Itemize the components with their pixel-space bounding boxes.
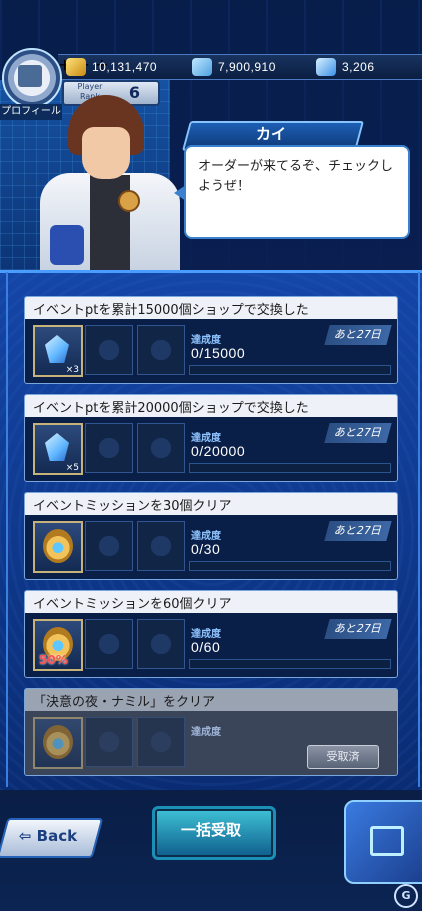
mission-title: イベントptを累計15000個ショップで交換した bbox=[33, 303, 309, 318]
mission-item[interactable]: イベントミッションを30個クリア 達成度 0/30 あと27日 bbox=[24, 492, 398, 580]
mission-title: 「決意の夜・ナミル」をクリア bbox=[33, 695, 216, 710]
gold-value: 10,131,470 bbox=[92, 60, 158, 74]
reward-quantity: ×3 bbox=[65, 365, 79, 375]
gold-coin-icon bbox=[66, 58, 86, 76]
gold-resource: 10,131,470 bbox=[66, 55, 157, 79]
mission-item[interactable]: イベントミッションを60個クリア 50% 達成度 0/60 あと27日 bbox=[24, 590, 398, 678]
egg-icon bbox=[43, 529, 73, 563]
empty-reward-slot bbox=[137, 325, 185, 375]
bulk-receive-label[interactable]: 一括受取 bbox=[152, 806, 270, 854]
progress-value: 0/30 bbox=[191, 541, 221, 557]
progress-value: 0/15000 bbox=[191, 345, 246, 361]
watermark-logo: G bbox=[394, 884, 418, 908]
progress-value: 0/20000 bbox=[191, 443, 246, 459]
reward-slot[interactable]: 50% bbox=[33, 619, 83, 671]
back-arrow-icon: ⇦ bbox=[18, 827, 37, 845]
speech-text: オーダーが来てるぞ、チェックしようぜ！ bbox=[198, 159, 394, 194]
resource-bar: 10,131,470 + 7,900,910 + 3,206 + bbox=[58, 54, 422, 80]
menu-toggle-button[interactable] bbox=[344, 800, 422, 884]
progress-label: 達成度 bbox=[191, 335, 221, 346]
empty-reward-slot bbox=[137, 521, 185, 571]
reward-slot[interactable]: ×3 bbox=[33, 325, 83, 377]
reward-slot bbox=[33, 717, 83, 769]
progress-bar bbox=[189, 365, 391, 375]
progress-label: 達成度 bbox=[191, 629, 221, 640]
mission-item[interactable]: イベントptを累計20000個ショップで交換した ×5 達成度 0/20000 … bbox=[24, 394, 398, 482]
gem-value: 3,206 bbox=[342, 60, 375, 74]
progress-bar bbox=[189, 659, 391, 669]
reward-slot[interactable] bbox=[33, 521, 83, 573]
claimed-badge: 受取済 bbox=[307, 745, 379, 769]
empty-reward-slot bbox=[85, 423, 133, 473]
screen-icon bbox=[370, 826, 404, 856]
reward-quantity: ×5 bbox=[65, 463, 79, 473]
reward-badge: 50% bbox=[39, 653, 68, 667]
mission-title: イベントミッションを30個クリア bbox=[33, 499, 232, 514]
mission-title: イベントptを累計20000個ショップで交換した bbox=[33, 401, 309, 416]
orb-value: 7,900,910 bbox=[218, 60, 276, 74]
progress-label: 達成度 bbox=[191, 433, 221, 444]
empty-reward-slot bbox=[85, 521, 133, 571]
progress-bar bbox=[189, 463, 391, 473]
gem-resource: 3,206 bbox=[316, 55, 375, 79]
empty-reward-slot bbox=[137, 423, 185, 473]
empty-reward-slot bbox=[85, 619, 133, 669]
reward-slot[interactable]: ×5 bbox=[33, 423, 83, 475]
back-button-label[interactable]: ⇦ Back bbox=[2, 818, 94, 854]
empty-reward-slot bbox=[137, 619, 185, 669]
days-remaining: あと27日 bbox=[324, 423, 392, 443]
crystal-icon bbox=[45, 335, 69, 363]
mission-item[interactable]: イベントptを累計15000個ショップで交換した ×3 達成度 0/15000 … bbox=[24, 296, 398, 384]
progress-value: 0/60 bbox=[191, 639, 221, 655]
crystal-icon bbox=[45, 433, 69, 461]
empty-reward-slot bbox=[137, 717, 185, 767]
days-remaining: あと27日 bbox=[324, 619, 392, 639]
empty-reward-slot bbox=[85, 717, 133, 767]
character-medal bbox=[118, 190, 140, 212]
speaker-name: カイ bbox=[255, 125, 286, 143]
egg-icon bbox=[43, 725, 73, 759]
mission-item-claimed: 「決意の夜・ナミル」をクリア 達成度 受取済 bbox=[24, 688, 398, 776]
orb-resource: 7,900,910 bbox=[192, 55, 276, 79]
days-remaining: あと27日 bbox=[324, 325, 392, 345]
speech-bubble: オーダーが来てるぞ、チェックしようぜ！ bbox=[184, 145, 410, 239]
character-face bbox=[82, 127, 130, 179]
orb-icon bbox=[192, 58, 212, 76]
back-label: Back bbox=[36, 827, 78, 845]
character-shirt bbox=[90, 175, 130, 270]
mission-title: イベントミッションを60個クリア bbox=[33, 597, 232, 612]
empty-reward-slot bbox=[85, 325, 133, 375]
character-kai bbox=[40, 95, 180, 270]
days-remaining: あと27日 bbox=[324, 521, 392, 541]
gem-icon bbox=[316, 58, 336, 76]
progress-label: 達成度 bbox=[191, 531, 221, 542]
character-arm bbox=[50, 225, 84, 265]
progress-label: 達成度 bbox=[191, 727, 221, 738]
progress-bar bbox=[189, 561, 391, 571]
profile-card-icon bbox=[18, 65, 42, 87]
